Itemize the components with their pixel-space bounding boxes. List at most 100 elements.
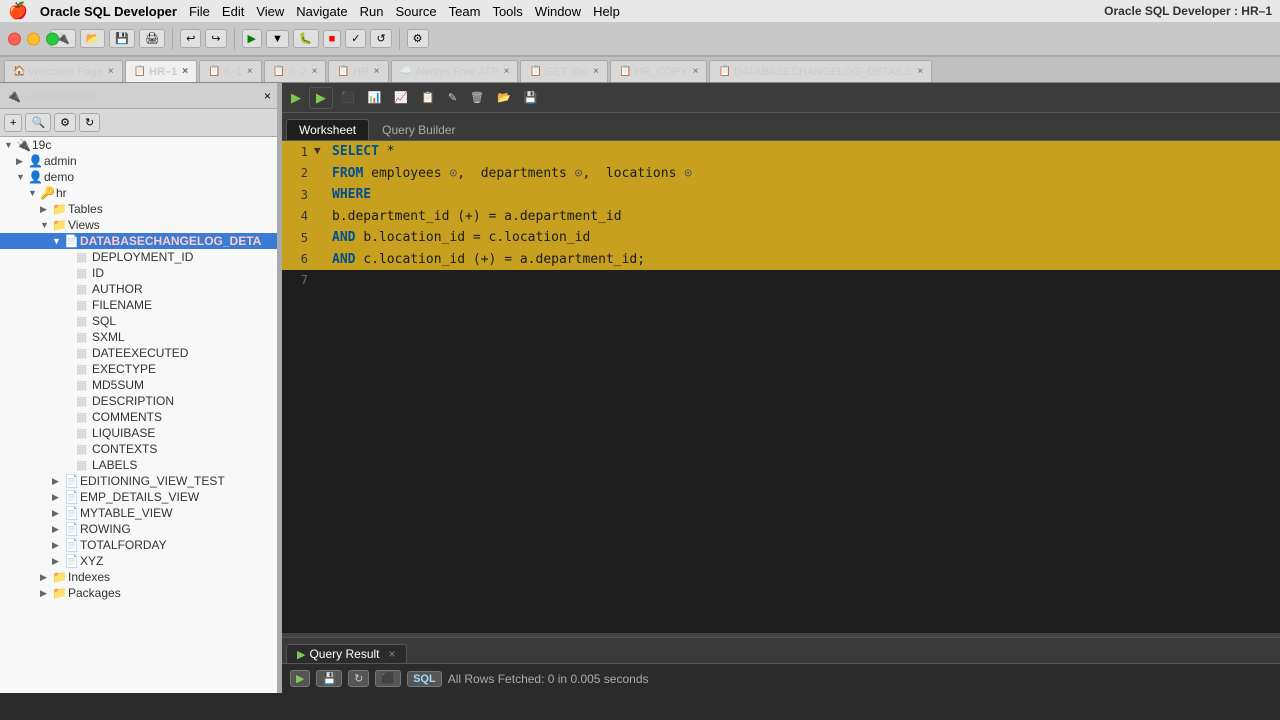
editor-empty-space[interactable] [282,290,1280,590]
tab-8-1[interactable]: 📋 8–1 × [199,60,262,82]
menu-navigate[interactable]: Navigate [296,4,347,19]
close-8-1-tab[interactable]: × [247,66,253,77]
tree-item-description[interactable]: ▦ DESCRIPTION [0,393,277,409]
open-button[interactable]: 📂 [80,29,106,48]
tree-item-deployment-id[interactable]: ▶ ▦ DEPLOYMENT_ID [0,249,277,265]
menu-file[interactable]: File [189,4,210,19]
tree-item-indexes[interactable]: ▶ 📁 Indexes [0,569,277,585]
tree-item-md5sum[interactable]: ▦ MD5SUM [0,377,277,393]
querybuilder-tab[interactable]: Query Builder [369,119,468,140]
refresh-result-button[interactable]: ↻ [348,670,369,687]
connections-close-button[interactable]: × [264,89,271,103]
tree-item-19c[interactable]: ▼ 🔌 19c [0,137,277,153]
menu-view[interactable]: View [256,4,284,19]
explain-plan-button[interactable]: 📊 [363,88,387,107]
format-button[interactable]: ⚙ [407,29,429,48]
commit-button[interactable]: ✓ [345,29,366,48]
close-button[interactable] [8,32,21,45]
run-query-button[interactable]: ▶ [309,87,333,109]
tree-item-tables[interactable]: ▶ 📁 Tables [0,201,277,217]
filter-button[interactable]: 🔍 [25,113,51,132]
tree-item-hr[interactable]: ▼ 🔑 hr [0,185,277,201]
maximize-button[interactable] [46,32,59,45]
close-result-tab[interactable]: × [389,647,396,661]
close-hr1-tab[interactable]: × [182,66,188,77]
tab-welcome[interactable]: 🏠 Welcome Page × [4,60,123,82]
new-connection-tree-button[interactable]: + [4,114,22,132]
undo-button[interactable]: ↩ [180,29,201,48]
tree-item-dbcl-view[interactable]: ▼ 📄 DATABASECHANGELOG_DETA [0,233,277,249]
worksheet-tab[interactable]: Worksheet [286,119,369,140]
tree-item-dateexecuted[interactable]: ▦ DATEEXECUTED [0,345,277,361]
tree-item-packages[interactable]: ▶ 📁 Packages [0,585,277,601]
tab-dbcl[interactable]: 📋 DATABASECHANGELOG_DETAILS × [709,60,932,82]
tree-item-labels[interactable]: ▦ LABELS [0,457,277,473]
run-dropdown-button[interactable]: ▼ [266,30,289,48]
format-sql-button[interactable]: ✎ [443,88,462,107]
tree-item-sxml[interactable]: ▦ SXML [0,329,277,345]
clear-button[interactable]: 🗑 [465,88,489,107]
tree-item-sql[interactable]: ▦ SQL [0,313,277,329]
minimize-button[interactable] [27,32,40,45]
print-button[interactable]: 🖨 [139,29,165,48]
tree-item-totalforday[interactable]: ▶ 📄 TOTALFORDAY [0,537,277,553]
history-button[interactable]: 📋 [416,88,440,107]
tree-item-author[interactable]: ▦ AUTHOR [0,281,277,297]
tree-item-exectype[interactable]: ▦ EXECTYPE [0,361,277,377]
close-hrcopy-tab[interactable]: × [693,66,699,77]
tree-area[interactable]: ▼ 🔌 19c ▶ 👤 admin ▼ 👤 demo ▼ 🔑 hr [0,137,277,693]
sql-result-button[interactable]: SQL [407,671,442,687]
tree-item-xyz[interactable]: ▶ 📄 XYZ [0,553,277,569]
menu-window[interactable]: Window [535,4,581,19]
rollback-button[interactable]: ↺ [370,29,391,48]
menu-team[interactable]: Team [449,4,481,19]
menu-source[interactable]: Source [395,4,436,19]
tree-item-contexts[interactable]: ▦ CONTEXTS [0,441,277,457]
menu-run[interactable]: Run [360,4,384,19]
tab-atp[interactable]: ☁️ Always Free ATP × [391,60,519,82]
close-welcome-tab[interactable]: × [108,66,114,77]
tab-8-2[interactable]: 📋 8–2 × [264,60,327,82]
tree-item-comments[interactable]: ▦ COMMENTS [0,409,277,425]
menu-tools[interactable]: Tools [492,4,522,19]
tree-item-editioning[interactable]: ▶ 📄 EDITIONING_VIEW_TEST [0,473,277,489]
tree-item-rowing[interactable]: ▶ 📄 ROWING [0,521,277,537]
redo-button[interactable]: ↪ [205,29,226,48]
tab-hr[interactable]: 📋 HR × [328,60,388,82]
tree-item-liquibase[interactable]: ▦ LIQUIBASE [0,425,277,441]
run-result-button[interactable]: ▶ [290,670,310,687]
close-getabc-tab[interactable]: × [593,66,599,77]
run-button[interactable]: ▶ [242,29,262,48]
tree-item-filename[interactable]: ▦ FILENAME [0,297,277,313]
cancel-button[interactable]: ⬛ [336,88,360,107]
menu-edit[interactable]: Edit [222,4,244,19]
tree-item-views[interactable]: ▼ 📁 Views [0,217,277,233]
close-atp-tab[interactable]: × [504,66,510,77]
close-8-2-tab[interactable]: × [312,66,318,77]
query-result-tab[interactable]: ▶ Query Result × [286,644,407,663]
close-dbcl-tab[interactable]: × [917,66,923,77]
tab-hr1[interactable]: 📋 HR–1 × [125,60,197,82]
menu-help[interactable]: Help [593,4,620,19]
save-button[interactable]: 💾 [109,29,135,48]
tree-item-mytable[interactable]: ▶ 📄 MYTABLE_VIEW [0,505,277,521]
run-script-button[interactable]: ▶ [286,87,306,109]
save-file-button[interactable]: 💾 [519,88,543,107]
debug-button[interactable]: 🐛 [293,29,319,48]
tab-getabc[interactable]: 📋 GET abc × [520,60,608,82]
save-result-button[interactable]: 💾 [316,670,342,687]
tree-item-emp-details[interactable]: ▶ 📄 EMP_DETAILS_VIEW [0,489,277,505]
tree-item-id[interactable]: ▦ ID [0,265,277,281]
close-hr-tab[interactable]: × [374,66,380,77]
refresh-button[interactable]: ↻ [79,113,100,132]
tree-item-demo[interactable]: ▼ 👤 demo [0,169,277,185]
tree-item-admin[interactable]: ▶ 👤 admin [0,153,277,169]
stop-button[interactable]: ■ [323,30,342,48]
properties-button[interactable]: ⚙ [54,113,76,132]
autotrace-button[interactable]: 📈 [389,88,413,107]
stop-result-button[interactable]: ⬛ [375,670,401,687]
code-editor[interactable]: 1 ▼ SELECT * 2 FROM employees ⊙, departm… [282,141,1280,633]
tab-hrcopy[interactable]: 📋 HR_COPY × [610,60,707,82]
dbcl-icon: 📋 [718,66,730,77]
open-file-button[interactable]: 📂 [492,88,516,107]
